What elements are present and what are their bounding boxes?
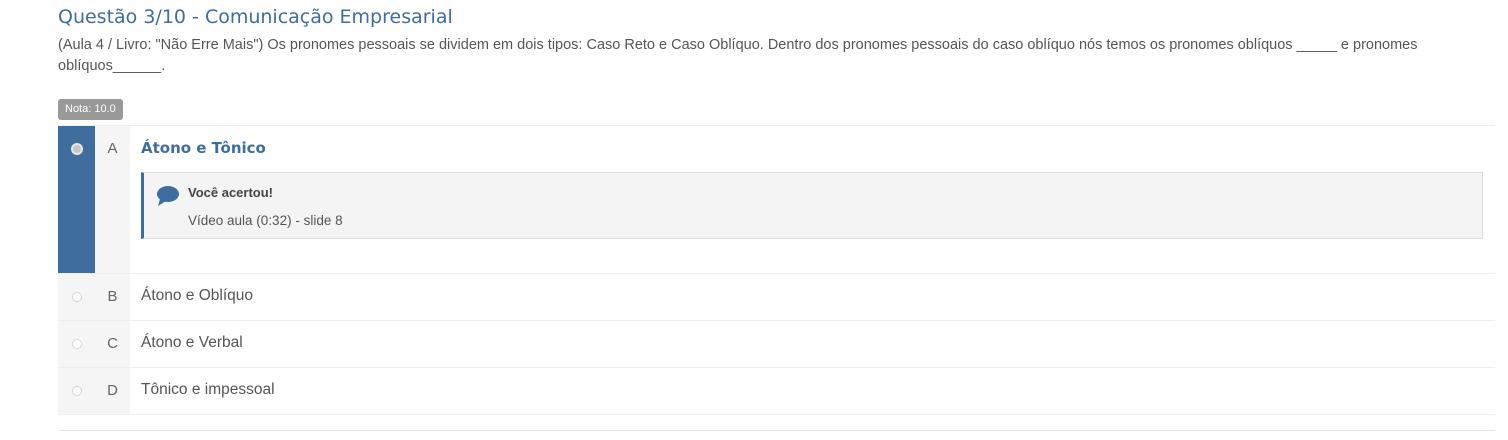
option-d-letter: D bbox=[95, 368, 130, 414]
option-a-letter: A bbox=[95, 126, 130, 273]
option-d-radio-col bbox=[58, 368, 95, 414]
option-a-content: Átono e Tônico Você acertou! Vídeo aula … bbox=[130, 126, 1495, 273]
divider bbox=[58, 430, 1495, 431]
option-b-letter: B bbox=[95, 274, 130, 320]
option-c-radio-col bbox=[58, 321, 95, 367]
question-title: Questão 3/10 - Comunicação Empresarial bbox=[58, 6, 453, 28]
option-b-radio[interactable] bbox=[71, 292, 82, 302]
option-d-label[interactable]: Tônico e impessoal bbox=[141, 381, 1483, 399]
option-c-letter: C bbox=[95, 321, 130, 367]
feedback-text: Vídeo aula (0:32) - slide 8 bbox=[188, 213, 343, 228]
option-c[interactable]: C Átono e Verbal bbox=[58, 320, 1495, 367]
option-c-content: Átono e Verbal bbox=[130, 321, 1495, 367]
option-b-radio-col bbox=[58, 274, 95, 320]
option-d-radio[interactable] bbox=[71, 386, 82, 396]
speech-bubble-icon bbox=[157, 186, 179, 206]
option-a-radio[interactable] bbox=[70, 143, 83, 155]
question-text: (Aula 4 / Livro: "Não Erre Mais") Os pro… bbox=[58, 37, 1418, 74]
option-b-content: Átono e Oblíquo bbox=[130, 274, 1495, 320]
feedback-title: Você acertou! bbox=[188, 185, 274, 200]
option-c-label[interactable]: Átono e Verbal bbox=[141, 334, 1483, 352]
option-b[interactable]: B Átono e Oblíquo bbox=[58, 273, 1495, 320]
feedback-box: Você acertou! Vídeo aula (0:32) - slide … bbox=[141, 172, 1483, 239]
option-a[interactable]: A Átono e Tônico Você acertou! Vídeo aul… bbox=[58, 125, 1495, 273]
grade-badge: Nota: 10.0 bbox=[58, 99, 123, 120]
option-b-label[interactable]: Átono e Oblíquo bbox=[141, 287, 1483, 305]
option-a-label: Átono e Tônico bbox=[141, 139, 266, 157]
option-c-radio[interactable] bbox=[71, 339, 82, 349]
option-a-selected-bar bbox=[58, 126, 95, 273]
option-d-content: Tônico e impessoal bbox=[130, 368, 1495, 414]
option-d[interactable]: D Tônico e impessoal bbox=[58, 367, 1495, 414]
answer-options: A Átono e Tônico Você acertou! Vídeo aul… bbox=[58, 125, 1495, 415]
